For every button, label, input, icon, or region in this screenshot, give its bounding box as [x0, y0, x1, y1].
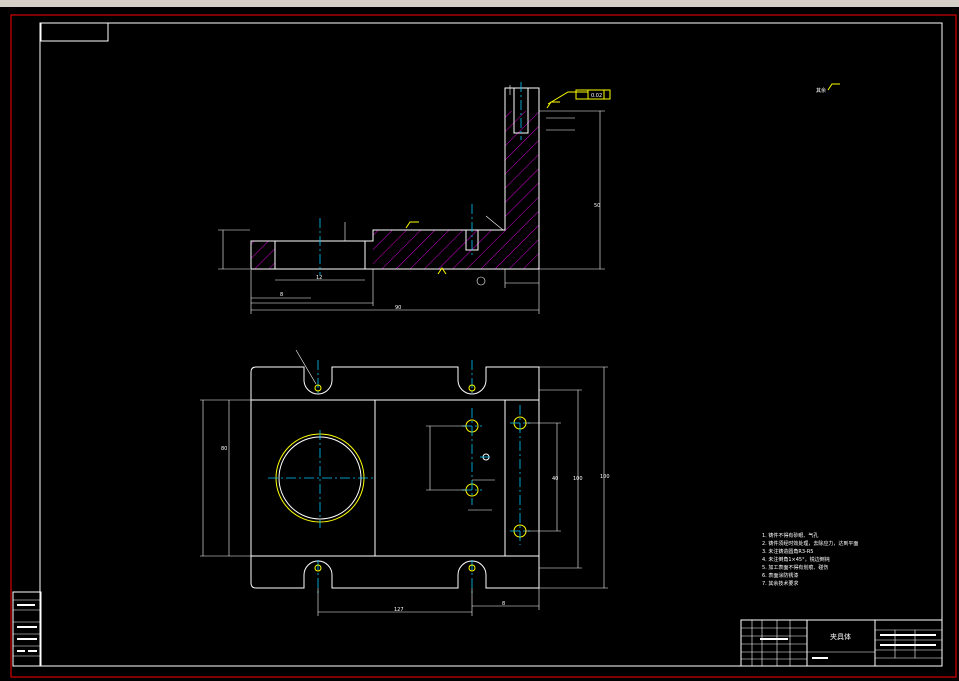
- dim-bore-width: 12: [316, 275, 322, 281]
- outer-sheet-border: [10, 14, 957, 678]
- note-7: 7. 其余技术要求: [762, 580, 798, 587]
- dim-plan-bottom-right: 8: [502, 601, 505, 607]
- dim-hole-b: 100: [573, 476, 583, 482]
- roughness-text: 其余: [816, 87, 826, 94]
- dim-bore-left: 8: [280, 292, 283, 298]
- note-5: 5. 加工表面不得有划痕、碰伤: [762, 564, 828, 571]
- plan-view: 80 100 127 8 40 100: [200, 349, 610, 616]
- title-block: 夹具体: [740, 619, 943, 667]
- title-text: 夹具体: [830, 632, 851, 641]
- note-4: 4. 未注倒角1×45°，锐边倒钝: [762, 556, 830, 563]
- section-view: 12 8 90 50 0.02: [218, 82, 611, 314]
- dim-side-total: 90: [395, 305, 401, 311]
- dim-plan-total: 100: [600, 474, 610, 480]
- dim-hole-a: 40: [552, 476, 558, 482]
- note-3: 3. 未注铸造圆角R3-R5: [762, 548, 813, 555]
- note-2: 2. 铸件须经时效处理，去除应力，达到平面: [762, 540, 858, 547]
- tolerance-value: 0.02: [591, 93, 602, 99]
- drawing-number-box: [40, 22, 109, 42]
- cad-drawing-canvas[interactable]: 12 8 90 50 0.02 80 100 127 8 40 100 其余 1…: [0, 7, 959, 681]
- technical-notes: 1. 铸件不得有砂眼、气孔 2. 铸件须经时效处理，去除应力，达到平面 3. 未…: [762, 532, 858, 587]
- note-1: 1. 铸件不得有砂眼、气孔: [762, 532, 818, 539]
- left-revision-table: [12, 591, 42, 667]
- dim-side-height: 50: [594, 203, 600, 209]
- dim-plan-bottom-left: 127: [394, 607, 404, 613]
- note-6: 6. 表面涂防锈漆: [762, 572, 798, 579]
- dim-plan-left: 80: [221, 446, 227, 452]
- drawing-svg: 12 8 90 50 0.02 80 100 127 8 40 100 其余 1…: [10, 14, 957, 678]
- roughness-note: 其余: [816, 83, 840, 94]
